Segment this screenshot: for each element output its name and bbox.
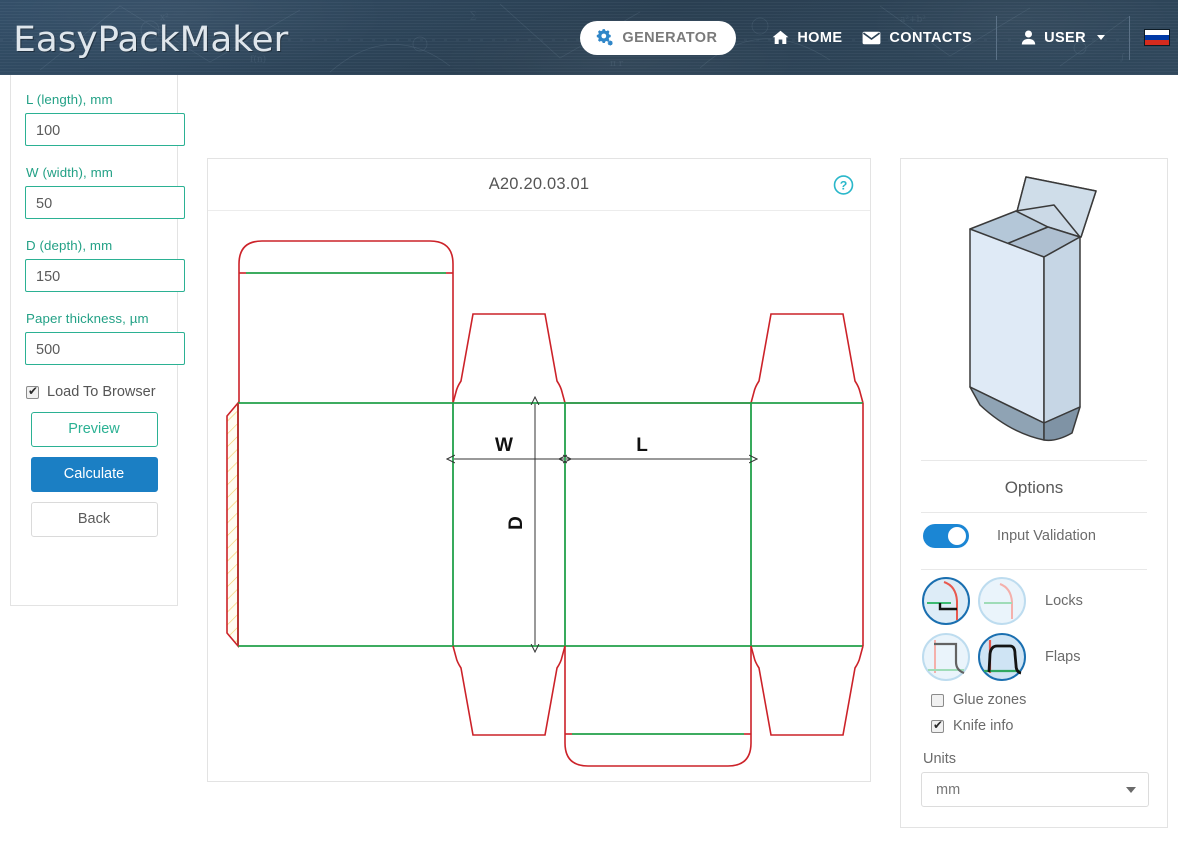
nav-item-generator[interactable]: GENERATOR: [580, 20, 737, 55]
input-length[interactable]: 100: [25, 113, 185, 146]
label-width: W (width), mm: [26, 165, 113, 180]
dieline-card: A20.20.03.01 ? W L D: [207, 158, 871, 782]
page-body: L (length), mm 100 W (width), mm 50 D (d…: [0, 75, 1178, 828]
knife-info-label: Knife info: [953, 718, 1014, 734]
input-depth[interactable]: 150: [25, 259, 185, 292]
shape-choices: Locks Flaps: [921, 570, 1147, 682]
app-header: x² f(n) ∑ π r a²+b² ∫ EasyPackMaker GENERAT…: [0, 0, 1178, 75]
main-nav: GENERATOR HOME CONTACTS USER: [580, 0, 1178, 75]
locks-row: Locks: [921, 576, 1147, 626]
dieline-card-header: A20.20.03.01 ?: [208, 159, 870, 211]
parameters-sidebar: L (length), mm 100 W (width), mm 50 D (d…: [10, 75, 185, 606]
glue-zones-label: Glue zones: [953, 692, 1027, 708]
field-thickness: Paper thickness, µm 500: [25, 311, 185, 365]
input-validation-toggle[interactable]: [923, 524, 969, 548]
load-to-browser-label: Load To Browser: [47, 384, 156, 400]
chevron-down-icon: [1126, 786, 1136, 793]
options-panel: Options Input Validation Locks Flaps Glu…: [900, 158, 1168, 828]
knife-info-row[interactable]: Knife info: [931, 717, 1147, 734]
flaps-label: Flaps: [1045, 649, 1081, 665]
glue-zones-row[interactable]: Glue zones: [931, 692, 1147, 708]
nav-item-user[interactable]: USER: [1011, 24, 1115, 52]
flap-choice-slanted-icon[interactable]: [921, 632, 971, 682]
locks-label: Locks: [1045, 593, 1083, 609]
label-depth: D (depth), mm: [26, 238, 113, 253]
field-length: L (length), mm 100: [25, 92, 185, 146]
nav-label-contacts: CONTACTS: [889, 29, 973, 46]
options-title: Options: [1004, 478, 1064, 497]
page-title: A20.20.03.01: [488, 175, 590, 193]
dimension-label-w: W: [495, 435, 513, 456]
gears-icon: [597, 28, 614, 46]
load-to-browser-row[interactable]: Load To Browser: [26, 383, 163, 400]
input-validation-row: Input Validation: [921, 513, 1147, 559]
preview-button[interactable]: Preview: [30, 412, 158, 447]
back-button[interactable]: Back: [30, 502, 158, 537]
input-validation-label: Input Validation: [997, 528, 1096, 544]
nav-divider-2: [1129, 15, 1130, 60]
svg-text:?: ?: [840, 178, 848, 192]
dieline-drawing[interactable]: W L D: [208, 211, 870, 781]
toggle-knob: [948, 527, 966, 545]
dimension-label-l: L: [636, 435, 648, 456]
units-value: mm: [936, 781, 961, 798]
user-icon: [1021, 30, 1036, 45]
carton-3d-preview: [969, 176, 1097, 442]
input-width[interactable]: 50: [25, 186, 185, 219]
flap-choice-tuck-icon[interactable]: [977, 632, 1027, 682]
field-width: W (width), mm 50: [25, 165, 185, 219]
panel-divider-top: [921, 460, 1147, 461]
dimension-label-d: D: [506, 516, 527, 530]
russia-flag-icon[interactable]: [1144, 29, 1170, 46]
nav-item-contacts[interactable]: CONTACTS: [852, 24, 982, 52]
label-length: L (length), mm: [26, 92, 113, 107]
chevron-down-icon: [1097, 35, 1105, 40]
nav-divider-1: [996, 15, 998, 60]
app-logo[interactable]: EasyPackMaker: [13, 20, 288, 60]
field-depth: D (depth), mm 150: [25, 238, 185, 292]
nav-item-home[interactable]: HOME: [762, 24, 852, 52]
knife-info-checkbox[interactable]: [931, 717, 944, 733]
input-thickness[interactable]: 500: [25, 332, 185, 365]
svg-text:∑: ∑: [470, 11, 477, 21]
question-circle-icon[interactable]: ?: [833, 174, 854, 195]
lock-choice-none-icon[interactable]: [977, 576, 1027, 626]
lock-choice-straight-icon[interactable]: [921, 576, 971, 626]
label-thickness: Paper thickness, µm: [26, 311, 149, 326]
calculate-button[interactable]: Calculate: [30, 457, 158, 492]
nav-label-generator: GENERATOR: [622, 29, 718, 46]
nav-label-user: USER: [1044, 29, 1086, 46]
units-select[interactable]: mm: [921, 772, 1149, 807]
nav-label-home: HOME: [797, 29, 843, 46]
units-label: Units: [923, 751, 957, 767]
envelope-icon: [863, 31, 881, 44]
glue-zones-checkbox[interactable]: [931, 693, 944, 707]
flaps-row: Flaps: [921, 632, 1147, 682]
load-to-browser-checkbox[interactable]: [26, 383, 39, 399]
house-icon: [772, 30, 789, 44]
